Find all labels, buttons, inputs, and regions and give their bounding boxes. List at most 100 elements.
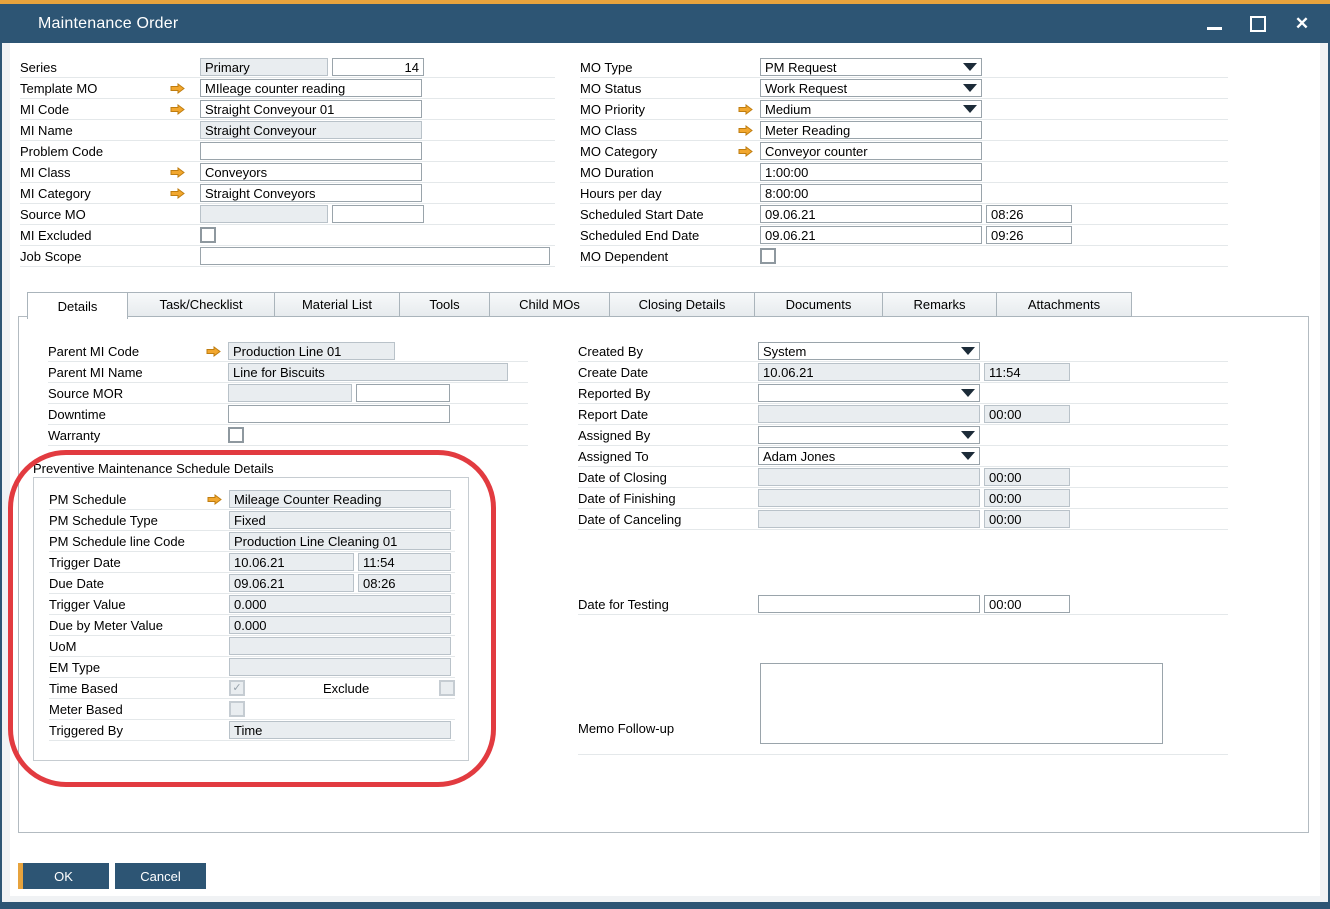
tab-tools[interactable]: Tools [400, 292, 490, 317]
link-arrow-icon[interactable] [170, 183, 200, 203]
link-arrow-icon[interactable] [738, 120, 760, 140]
arrow-spacer [736, 404, 758, 424]
field-value: Medium [765, 102, 811, 117]
tab-details[interactable]: Details [27, 292, 128, 319]
close-button[interactable]: ✕ [1294, 16, 1310, 32]
left-gutter [2, 43, 10, 902]
form-row: MO TypePM Request [580, 57, 1228, 78]
downtime-field[interactable] [228, 405, 450, 423]
date-of-finishing-field [758, 489, 980, 507]
mo-class-field[interactable]: Meter Reading [760, 121, 982, 139]
chevron-down-icon[interactable] [961, 452, 975, 460]
chevron-down-icon[interactable] [961, 431, 975, 439]
tab-documents[interactable]: Documents [755, 292, 883, 317]
source-mor-field [228, 384, 352, 402]
link-arrow-icon[interactable] [738, 99, 760, 119]
minimize-button[interactable] [1206, 16, 1222, 32]
chevron-down-icon[interactable] [963, 84, 977, 92]
mo-priority-dropdown[interactable]: Medium [760, 100, 982, 118]
field-value: Fixed [234, 513, 266, 528]
form-row: Source MOR [48, 383, 528, 404]
field-value: 0.000 [234, 597, 267, 612]
assigned-to-dropdown[interactable]: Adam Jones [758, 447, 980, 465]
canceling-time-field: 00:00 [984, 510, 1070, 528]
maximize-button[interactable] [1250, 16, 1266, 32]
form-row: Triggered ByTime [49, 720, 455, 741]
em-type-field [229, 658, 451, 676]
mo-duration-field[interactable]: 1:00:00 [760, 163, 982, 181]
ok-button[interactable]: OK [18, 863, 109, 889]
field-label: MO Status [580, 81, 738, 96]
field-label: Date of Finishing [578, 491, 736, 506]
source-mor-number-field[interactable] [356, 384, 450, 402]
field-label: Report Date [578, 407, 736, 422]
cancel-button[interactable]: Cancel [115, 863, 206, 889]
created-by-dropdown[interactable]: System [758, 342, 980, 360]
link-arrow-icon[interactable] [207, 489, 229, 509]
job-scope-field[interactable] [200, 247, 550, 265]
meter-based-checkbox [229, 701, 245, 717]
scheduled-end-time-field[interactable]: 09:26 [986, 226, 1072, 244]
arrow-spacer [170, 57, 200, 77]
link-arrow-icon[interactable] [170, 99, 200, 119]
chevron-down-icon[interactable] [963, 63, 977, 71]
mo-category-field[interactable]: Conveyor counter [760, 142, 982, 160]
field-label: PM Schedule [49, 492, 207, 507]
form-row: MO Dependent [580, 246, 1228, 267]
arrow-spacer [170, 225, 200, 245]
field-label: EM Type [49, 660, 207, 675]
chevron-down-icon[interactable] [961, 389, 975, 397]
link-arrow-icon[interactable] [170, 162, 200, 182]
arrow-spacer [207, 594, 229, 614]
reported-by-dropdown[interactable] [758, 384, 980, 402]
scheduled-start-date-field[interactable]: 09.06.21 [760, 205, 982, 223]
arrow-spacer [207, 510, 229, 530]
report-date-field [758, 405, 980, 423]
scheduled-start-time-field[interactable]: 08:26 [986, 205, 1072, 223]
form-row: Time Based✓Exclude [49, 678, 455, 699]
assigned-by-dropdown[interactable] [758, 426, 980, 444]
testing-time-field[interactable]: 00:00 [984, 595, 1070, 613]
chevron-down-icon[interactable] [963, 105, 977, 113]
mo-type-dropdown[interactable]: PM Request [760, 58, 982, 76]
tab-task-checklist[interactable]: Task/Checklist [128, 292, 275, 317]
warranty-checkbox[interactable] [228, 427, 244, 443]
form-row: MO CategoryConveyor counter [580, 141, 1228, 162]
mo-dependent-checkbox[interactable] [760, 248, 776, 264]
mi-category-field[interactable]: Straight Conveyors [200, 184, 422, 202]
link-arrow-icon[interactable] [170, 78, 200, 98]
source-mo-number-field[interactable] [332, 205, 424, 223]
series-number-field[interactable]: 14 [332, 58, 424, 76]
field-label: MI Class [20, 165, 170, 180]
tab-child-mos[interactable]: Child MOs [490, 292, 610, 317]
arrow-spacer [736, 488, 758, 508]
date-for-testing-field[interactable] [758, 595, 980, 613]
arrow-spacer [206, 383, 228, 403]
problem-code-field[interactable] [200, 142, 422, 160]
tab-attachments[interactable]: Attachments [997, 292, 1132, 317]
tab-remarks[interactable]: Remarks [883, 292, 997, 317]
tab-material-list[interactable]: Material List [275, 292, 400, 317]
form-row: UoM [49, 636, 455, 657]
trigger-value-field: 0.000 [229, 595, 451, 613]
mi-code-field[interactable]: Straight Conveyour 01 [200, 100, 422, 118]
hours-per-day-field[interactable]: 8:00:00 [760, 184, 982, 202]
field-value: 09.06.21 [765, 228, 816, 243]
memo-follow-up-textarea[interactable] [760, 663, 1163, 744]
close-icon: ✕ [1295, 15, 1309, 32]
form-row: Created BySystem [578, 341, 1228, 362]
field-value: Straight Conveyour [205, 123, 316, 138]
link-arrow-icon[interactable] [206, 341, 228, 361]
tab-closing-details[interactable]: Closing Details [610, 292, 755, 317]
field-label: Assigned To [578, 449, 736, 464]
mo-status-dropdown[interactable]: Work Request [760, 79, 982, 97]
chevron-down-icon[interactable] [961, 347, 975, 355]
link-arrow-icon[interactable] [738, 141, 760, 161]
mi-excluded-checkbox[interactable] [200, 227, 216, 243]
template-mo-field[interactable]: MIleage counter reading [200, 79, 422, 97]
window-left-edge [0, 43, 2, 909]
field-label: PM Schedule Type [49, 513, 207, 528]
scheduled-end-date-field[interactable]: 09.06.21 [760, 226, 982, 244]
mi-class-field[interactable]: Conveyors [200, 163, 422, 181]
field-value: Production Line 01 [233, 344, 341, 359]
